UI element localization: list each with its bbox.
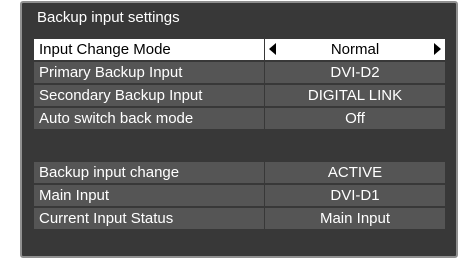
primary-backup-input-label: Primary Backup Input (34, 62, 264, 83)
input-change-mode-text: Normal (330, 41, 380, 58)
auto-switch-back-mode-value[interactable]: Off (265, 108, 445, 129)
secondary-backup-input-label: Secondary Backup Input (34, 85, 264, 106)
input-change-mode-value[interactable]: Normal (265, 39, 445, 60)
left-triangle-icon[interactable] (269, 43, 276, 55)
backup-input-change-label: Backup input change (34, 162, 264, 183)
backup-input-change-row: Backup input change ACTIVE (34, 162, 448, 184)
backup-input-change-value: ACTIVE (265, 162, 445, 183)
current-input-status-value: Main Input (265, 208, 445, 229)
input-change-mode-row[interactable]: Input Change Mode Normal (34, 39, 448, 61)
current-input-status-label: Current Input Status (34, 208, 264, 229)
panel-title: Backup input settings (37, 9, 180, 26)
current-input-status-row: Current Input Status Main Input (34, 208, 448, 230)
main-input-label: Main Input (34, 185, 264, 206)
main-input-row: Main Input DVI-D1 (34, 185, 448, 207)
auto-switch-back-mode-row[interactable]: Auto switch back mode Off (34, 108, 448, 130)
auto-switch-back-mode-label: Auto switch back mode (34, 108, 264, 129)
right-triangle-icon[interactable] (434, 43, 441, 55)
secondary-backup-input-value[interactable]: DIGITAL LINK (265, 85, 445, 106)
input-change-mode-label: Input Change Mode (34, 39, 264, 60)
secondary-backup-input-row[interactable]: Secondary Backup Input DIGITAL LINK (34, 85, 448, 107)
backup-input-settings-panel: Backup input settings Input Change Mode … (20, 1, 458, 258)
main-input-value: DVI-D1 (265, 185, 445, 206)
primary-backup-input-value[interactable]: DVI-D2 (265, 62, 445, 83)
primary-backup-input-row[interactable]: Primary Backup Input DVI-D2 (34, 62, 448, 84)
